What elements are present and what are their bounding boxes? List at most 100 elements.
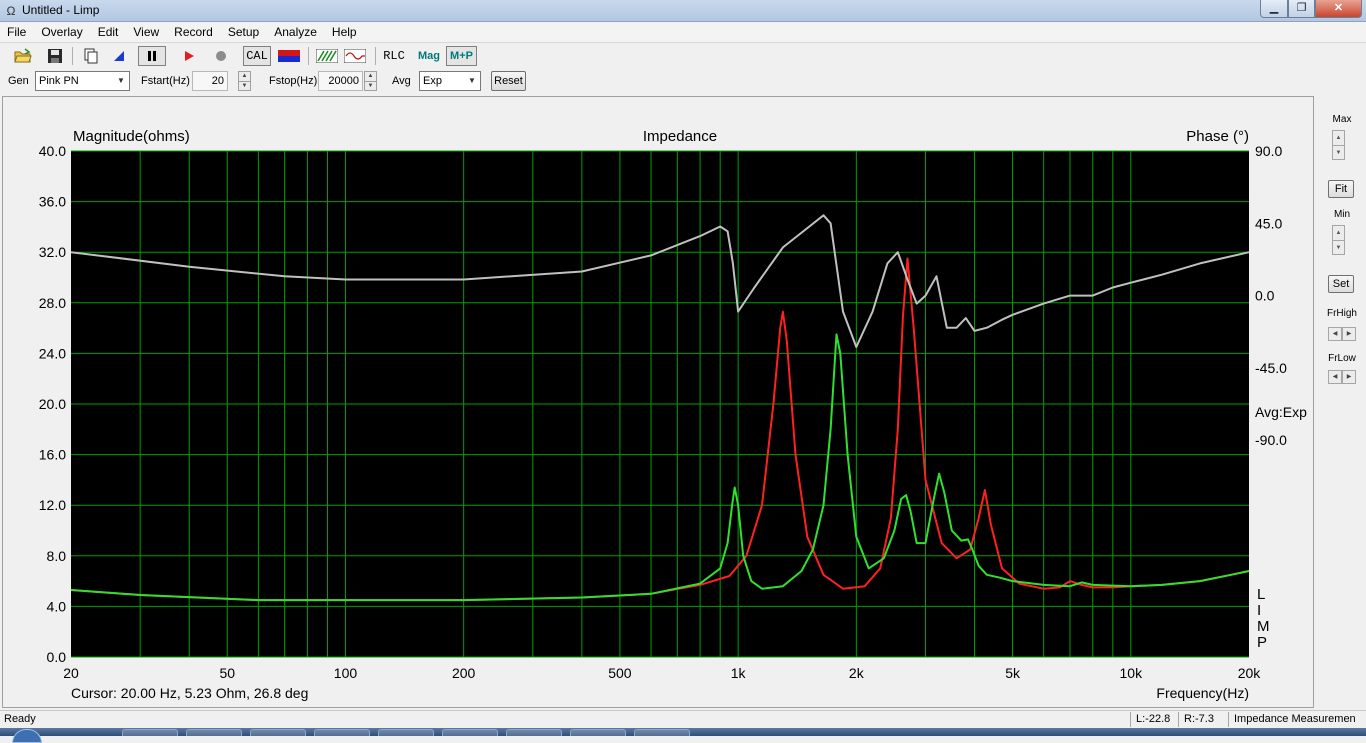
- fstart-label: Fstart(Hz): [141, 75, 190, 87]
- menu-edit[interactable]: Edit: [91, 22, 127, 42]
- mag-label: Mag: [418, 50, 440, 62]
- mag-button[interactable]: Mag: [416, 46, 442, 66]
- x-tick-label: 2k: [849, 665, 865, 681]
- taskbar-item[interactable]: [506, 729, 562, 736]
- x-axis-title: Frequency(Hz): [1156, 685, 1249, 701]
- mag-phase-button[interactable]: M+P: [446, 46, 477, 66]
- toolbar-separator: [308, 47, 309, 65]
- spin-right-icon: ▶: [1342, 327, 1356, 341]
- max-label: Max: [1332, 114, 1352, 125]
- frhigh-spinner[interactable]: ◀ ▶: [1328, 327, 1356, 341]
- spin-down-icon: ▼: [1333, 240, 1344, 254]
- x-tick-label: 100: [334, 665, 358, 681]
- avg-select[interactable]: Exp ▼: [419, 71, 481, 91]
- fstop-label: Fstop(Hz): [269, 75, 318, 87]
- menu-bar: File Overlay Edit View Record Setup Anal…: [0, 22, 1366, 42]
- spin-up-icon: ▲: [1335, 230, 1342, 236]
- fstop-input[interactable]: 20000: [318, 71, 363, 91]
- min-label: Min: [1333, 209, 1351, 220]
- menu-record[interactable]: Record: [167, 22, 221, 42]
- taskbar-item[interactable]: [122, 729, 178, 736]
- spectrum-icon: [316, 49, 338, 63]
- waveform-button[interactable]: [342, 46, 368, 66]
- maximize-button[interactable]: ❐: [1288, 0, 1315, 18]
- gen-label: Gen: [8, 75, 29, 87]
- menu-file[interactable]: File: [0, 22, 34, 42]
- save-button[interactable]: [44, 46, 66, 66]
- taskbar-item[interactable]: [250, 729, 306, 736]
- minimize-button[interactable]: ▁: [1260, 0, 1288, 18]
- marker-button[interactable]: [108, 46, 130, 66]
- side-panel: Max ▲ ▼ Fit Min ▲ ▼ Set FrHigh ◀ ▶ FrLow ◀ ▶: [1318, 96, 1366, 708]
- y-tick-label: 28.0: [39, 295, 66, 311]
- record-button[interactable]: [210, 46, 232, 66]
- fit-button[interactable]: Fit: [1328, 180, 1354, 198]
- max-spinner[interactable]: ▲ ▼: [1332, 130, 1345, 160]
- status-divider: [1178, 712, 1179, 727]
- channel-button[interactable]: [276, 46, 302, 66]
- y2-axis-title: Phase (°): [1186, 128, 1249, 145]
- spectrum-button[interactable]: [314, 46, 340, 66]
- y2-tick-label: 0.0: [1255, 288, 1275, 304]
- y2-tick-label: 45.0: [1255, 215, 1282, 231]
- copy-button[interactable]: [80, 46, 102, 66]
- fstart-spinner[interactable]: ▲ ▼: [238, 71, 251, 91]
- fstart-input[interactable]: 20: [192, 71, 228, 91]
- status-ready: Ready: [4, 713, 36, 725]
- y-tick-label: 20.0: [39, 396, 66, 412]
- start-orb-icon[interactable]: [12, 729, 42, 743]
- taskbar-item[interactable]: [378, 729, 434, 736]
- generator-select[interactable]: Pink PN ▼: [35, 71, 130, 91]
- status-bar: Ready L:-22.8 R:-7.3 Impedance Measureme…: [0, 710, 1366, 728]
- app-icon: Ω: [6, 4, 16, 18]
- open-folder-icon: [14, 48, 32, 63]
- taskbar-item[interactable]: [442, 729, 498, 736]
- x-tick-label: 5k: [1005, 665, 1021, 681]
- chart-title: Impedance: [643, 128, 717, 145]
- spin-left-icon: ◀: [1328, 370, 1342, 384]
- menu-analyze[interactable]: Analyze: [267, 22, 325, 42]
- generator-bar: Gen Pink PN ▼ Fstart(Hz) 20 ▲ ▼ Fstop(Hz)…: [0, 68, 1366, 94]
- set-button[interactable]: Set: [1328, 275, 1354, 293]
- floppy-disk-icon: [48, 49, 62, 63]
- restore-icon: ❐: [1296, 2, 1307, 14]
- rlc-button[interactable]: RLC: [380, 46, 408, 66]
- menu-overlay[interactable]: Overlay: [34, 22, 90, 42]
- status-right-level: R:-7.3: [1184, 713, 1214, 725]
- copy-icon: [84, 48, 98, 64]
- spin-up-icon: ▲: [367, 73, 374, 79]
- taskbar-item[interactable]: [314, 729, 370, 736]
- taskbar-item[interactable]: [570, 729, 626, 736]
- menu-setup[interactable]: Setup: [221, 22, 267, 42]
- frlow-spinner[interactable]: ◀ ▶: [1328, 370, 1356, 384]
- play-icon: [185, 51, 194, 61]
- menu-view[interactable]: View: [126, 22, 167, 42]
- mp-label: M+P: [450, 50, 473, 62]
- play-button[interactable]: [178, 46, 200, 66]
- frhigh-label: FrHigh: [1326, 308, 1357, 319]
- reset-button[interactable]: Reset: [491, 71, 526, 91]
- y2-tick-label: -45.0: [1255, 360, 1287, 376]
- fstop-spinner[interactable]: ▲ ▼: [364, 71, 377, 91]
- menu-help[interactable]: Help: [325, 22, 365, 42]
- taskbar-item[interactable]: [186, 729, 242, 736]
- pause-button[interactable]: [138, 46, 166, 66]
- y-tick-label: 36.0: [39, 194, 66, 210]
- spin-up-icon: ▲: [1335, 135, 1342, 141]
- pause-icon: [148, 51, 156, 61]
- taskbar: [0, 728, 1366, 743]
- close-button[interactable]: ✕: [1315, 0, 1362, 18]
- spin-down-icon: ▼: [239, 81, 250, 90]
- impedance-chart[interactable]: Magnitude(ohms) Impedance Phase (°) Frequen…: [3, 97, 1313, 707]
- x-tick-label: 500: [608, 665, 632, 681]
- status-divider: [1228, 712, 1229, 727]
- open-button[interactable]: [12, 46, 34, 66]
- avg-label: Avg: [392, 75, 411, 87]
- min-spinner[interactable]: ▲ ▼: [1332, 225, 1345, 255]
- taskbar-item[interactable]: [634, 729, 690, 736]
- cal-button[interactable]: CAL: [243, 46, 271, 66]
- marker-flag-icon: [114, 51, 124, 61]
- window-title: Untitled - Limp: [22, 3, 100, 17]
- plot-panel: Magnitude(ohms) Impedance Phase (°) Frequen…: [2, 96, 1314, 708]
- frlow-label: FrLow: [1328, 353, 1356, 364]
